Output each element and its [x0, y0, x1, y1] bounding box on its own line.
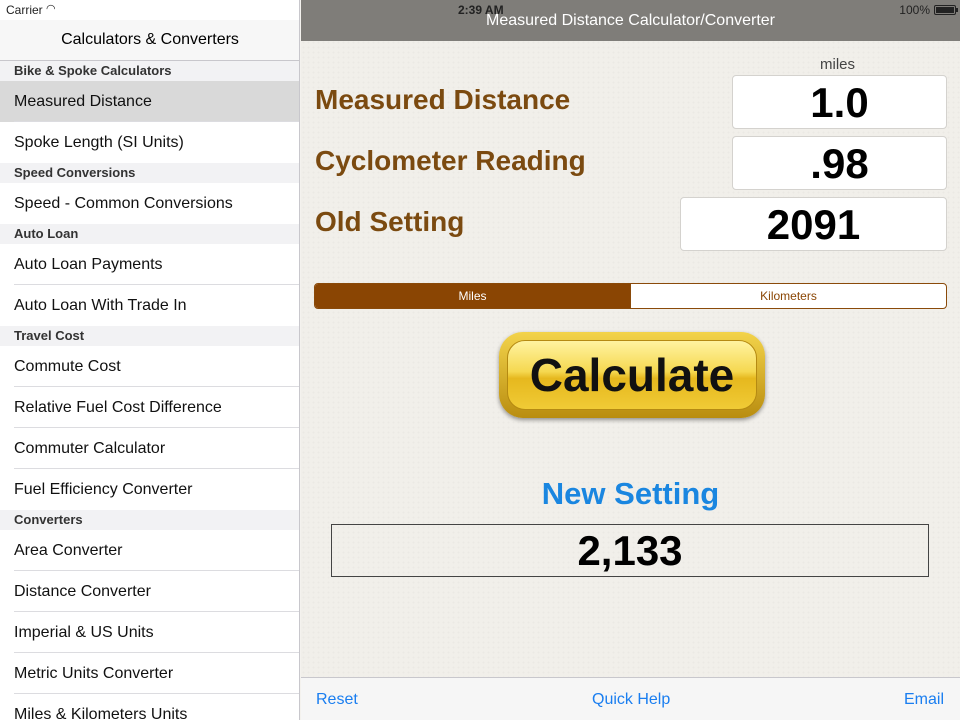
measured-distance-field[interactable]: 1.0 — [732, 75, 947, 129]
battery-icon — [934, 5, 958, 15]
sidebar-item-auto-loan-payments[interactable]: Auto Loan Payments — [0, 244, 299, 285]
wifi-icon: ◠ — [46, 3, 56, 15]
section-header-bike: Bike & Spoke Calculators — [0, 61, 299, 81]
status-bar: Carrier ◠ 2:39 AM 100% — [0, 0, 960, 20]
new-setting-result: 2,133 — [331, 524, 929, 577]
sidebar-item-fuel-efficiency[interactable]: Fuel Efficiency Converter — [0, 469, 299, 510]
sidebar-item-miles-kilometers[interactable]: Miles & Kilometers Units — [0, 694, 299, 720]
sidebar-item-area-converter[interactable]: Area Converter — [0, 530, 299, 571]
section-header-converters: Converters — [0, 510, 299, 530]
calculate-button[interactable]: Calculate — [499, 332, 765, 418]
calculate-button-label: Calculate — [529, 349, 735, 401]
segment-miles[interactable]: Miles — [315, 284, 630, 308]
clock-label: 2:39 AM — [458, 3, 504, 17]
measured-distance-label: Measured Distance — [315, 84, 571, 115]
sidebar-item-metric-units[interactable]: Metric Units Converter — [0, 653, 299, 694]
email-button[interactable]: Email — [904, 691, 944, 709]
unit-label: miles — [820, 56, 856, 73]
sidebar: Calculators & Converters Bike & Spoke Ca… — [0, 0, 300, 720]
quick-help-button[interactable]: Quick Help — [592, 691, 670, 709]
sidebar-list: Bike & Spoke Calculators Measured Distan… — [0, 61, 299, 720]
old-setting-label: Old Setting — [315, 206, 465, 237]
sidebar-item-commute-cost[interactable]: Commute Cost — [0, 346, 299, 387]
calculate-button-face: Calculate — [507, 340, 757, 410]
section-header-travel-cost: Travel Cost — [0, 326, 299, 346]
new-setting-label: New Setting — [541, 476, 720, 511]
segment-kilometers[interactable]: Kilometers — [630, 284, 946, 308]
cyclometer-reading-field[interactable]: .98 — [732, 136, 947, 190]
sidebar-item-auto-loan-trade-in[interactable]: Auto Loan With Trade In — [0, 285, 299, 326]
sidebar-item-imperial-us-units[interactable]: Imperial & US Units — [0, 612, 299, 653]
section-header-auto-loan: Auto Loan — [0, 224, 299, 244]
main-pane: Measured Distance Calculator/Converter m… — [301, 0, 960, 720]
reset-button[interactable]: Reset — [316, 691, 358, 709]
battery-percent: 100% — [899, 3, 930, 17]
section-header-speed: Speed Conversions — [0, 163, 299, 183]
carrier-label: Carrier — [6, 3, 43, 17]
old-setting-field[interactable]: 2091 — [680, 197, 947, 251]
sidebar-item-spoke-length[interactable]: Spoke Length (SI Units) — [0, 122, 299, 163]
unit-segmented-control: Miles Kilometers — [314, 283, 947, 309]
sidebar-item-measured-distance[interactable]: Measured Distance — [0, 81, 299, 122]
sidebar-item-speed-conversions[interactable]: Speed - Common Conversions — [0, 183, 299, 224]
sidebar-title: Calculators & Converters — [0, 20, 299, 61]
bottom-toolbar: Reset Quick Help Email — [301, 677, 960, 720]
sidebar-item-commuter-calculator[interactable]: Commuter Calculator — [0, 428, 299, 469]
sidebar-item-distance-converter[interactable]: Distance Converter — [0, 571, 299, 612]
sidebar-item-relative-fuel-cost[interactable]: Relative Fuel Cost Difference — [0, 387, 299, 428]
cyclometer-reading-label: Cyclometer Reading — [315, 145, 586, 176]
